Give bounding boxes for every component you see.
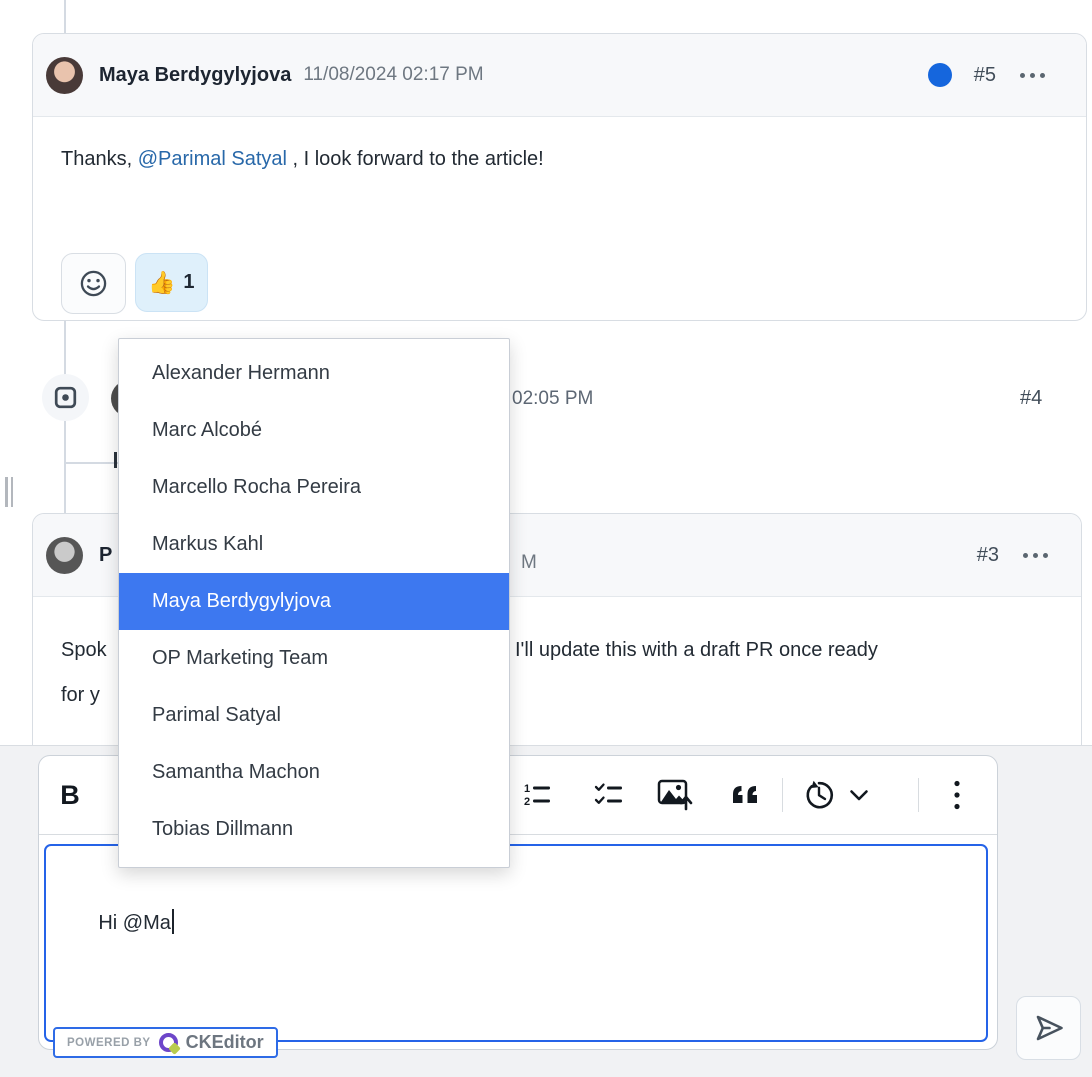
svg-text:2: 2	[524, 796, 530, 808]
send-comment-button[interactable]	[1016, 996, 1081, 1060]
thumbs-up-icon: 👍	[148, 270, 175, 296]
avatar-maya	[46, 57, 83, 94]
svg-text:1: 1	[524, 783, 530, 795]
body-text-pre: Thanks,	[61, 148, 138, 170]
bold-label: B	[60, 780, 80, 811]
timestamp-fragment: M	[521, 552, 537, 574]
avatar-parimal	[46, 537, 83, 574]
mention-item[interactable]: Markus Kahl	[119, 516, 509, 573]
more-menu-button[interactable]	[1021, 549, 1050, 562]
reaction-count: 1	[183, 271, 194, 294]
body-text-post: , I look forward to the article!	[287, 148, 544, 170]
todo-list-icon	[594, 781, 626, 809]
hidden-text-sliver	[114, 452, 117, 468]
comment-3-body-fragment: Spok	[61, 639, 107, 662]
paper-plane-icon	[1031, 1012, 1067, 1044]
comment-card-5: Maya Berdygylyjova 11/08/2024 02:17 PM #…	[32, 33, 1087, 321]
activity-4-number: #4	[1020, 387, 1042, 410]
activity-4-time: 02:05 PM	[512, 388, 593, 410]
editor-content-text: Hi @Ma	[98, 912, 171, 934]
block-quote-icon	[730, 783, 762, 807]
mention-item[interactable]: Parimal Satyal	[119, 687, 509, 744]
toolbar-overflow-button[interactable]	[935, 775, 979, 815]
author-name: Maya Berdygylyjova	[99, 64, 291, 87]
kebab-menu-icon	[954, 780, 960, 810]
timeline-line-mid	[64, 320, 66, 375]
mention-item[interactable]: Tobias Dillmann	[119, 801, 509, 858]
panel-resize-handle[interactable]	[5, 477, 15, 507]
revision-history-button[interactable]	[797, 775, 841, 815]
insert-image-icon	[656, 778, 694, 812]
square-dot-icon	[54, 386, 77, 409]
comment-3-body-fragment: I'll update this with a draft PR once re…	[515, 639, 878, 662]
author-name-fragment: P	[99, 544, 112, 567]
insert-image-button[interactable]	[653, 775, 697, 815]
toolbar-separator	[782, 778, 783, 812]
smiley-icon	[78, 268, 109, 299]
ckeditor-badge[interactable]: POWERED BY CKEditor	[53, 1027, 278, 1058]
powered-by-label: POWERED BY	[67, 1037, 151, 1049]
thumbs-up-reaction-button[interactable]: 👍 1	[135, 253, 208, 312]
add-reaction-button[interactable]	[61, 253, 126, 314]
more-menu-button[interactable]	[1018, 69, 1047, 82]
ckeditor-brand-label: CKEditor	[186, 1032, 264, 1053]
todo-list-button[interactable]	[588, 775, 632, 815]
comment-3-body-fragment: for y	[61, 684, 100, 707]
unread-indicator-dot	[928, 63, 952, 87]
mention-dropdown: Alexander HermannMarc AlcobéMarcello Roc…	[118, 338, 510, 868]
comment-number: #5	[974, 64, 996, 87]
reactions-row: 👍 1	[61, 253, 208, 314]
comment-text-input[interactable]: Hi @Ma	[44, 844, 988, 1042]
mention-item[interactable]: Alexander Hermann	[119, 345, 509, 402]
timeline-line-bottom	[64, 421, 66, 513]
numbered-list-button[interactable]: 1 2	[516, 775, 560, 815]
mention-item[interactable]: Samantha Machon	[119, 744, 509, 801]
toolbar-separator	[918, 778, 919, 812]
block-quote-button[interactable]	[724, 775, 768, 815]
activity-type-badge	[42, 374, 89, 421]
numbered-list-icon: 1 2	[522, 781, 554, 809]
comment-5-body: Thanks, @Parimal Satyal , I look forward…	[61, 148, 544, 171]
mention-item[interactable]: Marc Alcobé	[119, 402, 509, 459]
chevron-down-icon	[849, 789, 869, 801]
timeline-line-top	[64, 0, 66, 33]
comment-timestamp: 11/08/2024 02:17 PM	[303, 64, 483, 86]
mention-link[interactable]: @Parimal Satyal	[138, 148, 287, 170]
mention-item[interactable]: Maya Berdygylyjova	[119, 573, 509, 630]
revision-history-icon	[801, 779, 837, 811]
mention-item[interactable]: OP Marketing Team	[119, 630, 509, 687]
comment-5-header: Maya Berdygylyjova 11/08/2024 02:17 PM #…	[33, 34, 1086, 117]
mention-item[interactable]: Marcello Rocha Pereira	[119, 459, 509, 516]
ckeditor-logo-icon	[159, 1033, 178, 1052]
timeline-connector	[65, 462, 118, 464]
comment-number: #3	[977, 544, 999, 567]
bold-button[interactable]: B	[48, 775, 92, 815]
revision-history-chevron[interactable]	[841, 775, 877, 815]
text-caret	[172, 909, 174, 934]
